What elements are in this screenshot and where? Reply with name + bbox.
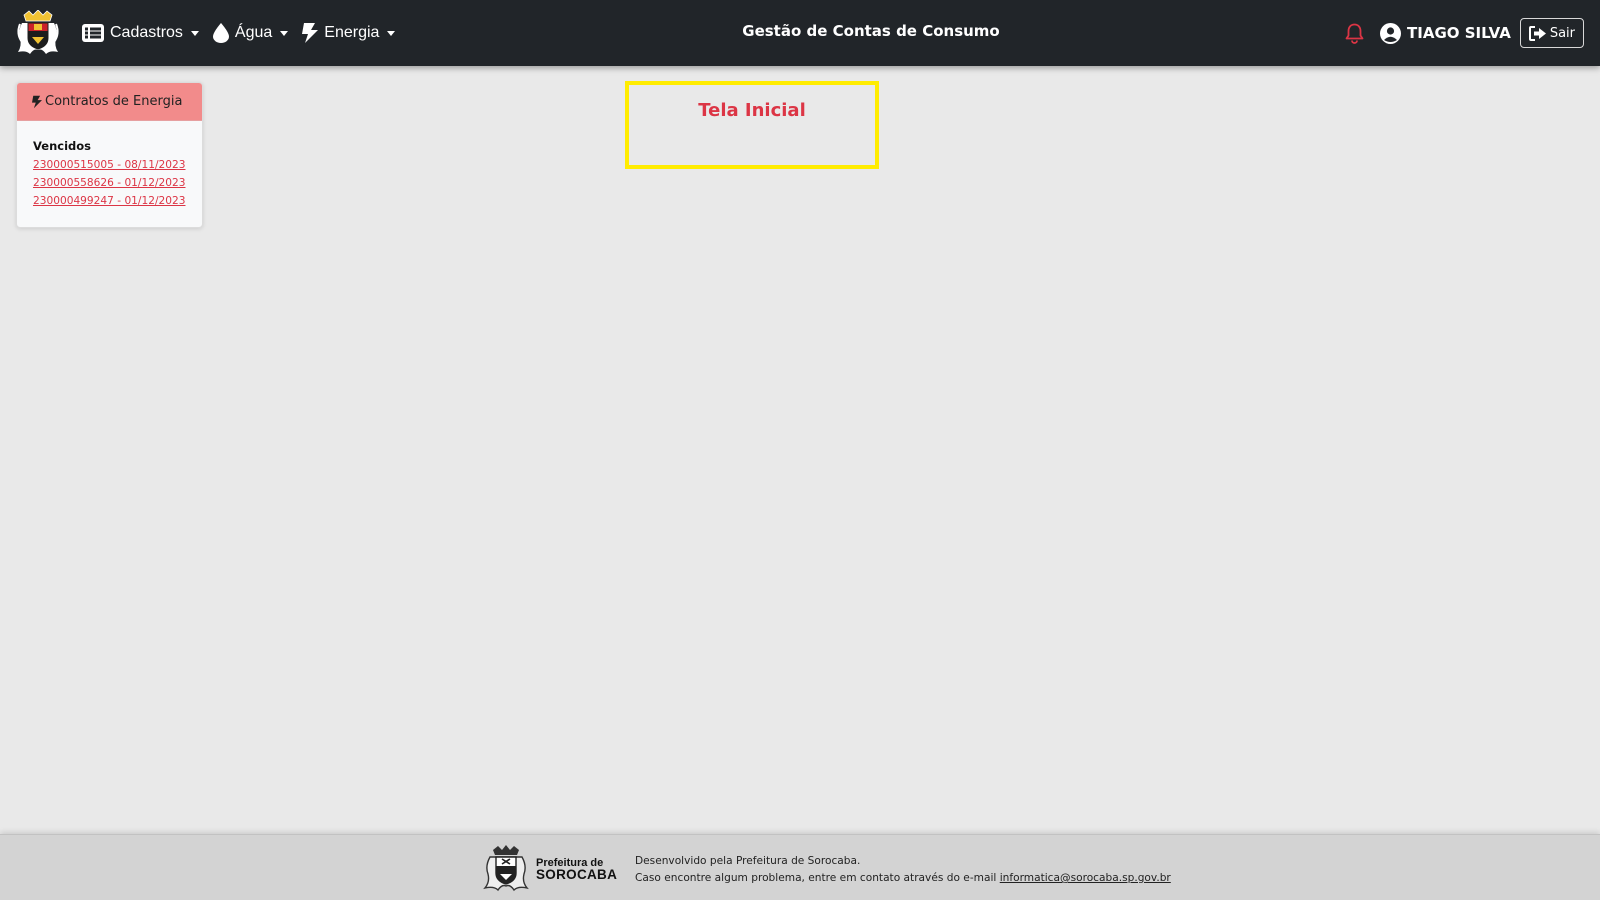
home-highlight-box: Tela Inicial: [625, 81, 879, 169]
bell-icon[interactable]: [1345, 23, 1364, 44]
user-menu[interactable]: TIAGO SILVA: [1380, 22, 1511, 44]
card-title: Contratos de Energia: [45, 94, 183, 109]
top-navbar: Cadastros Água Energia Gestão de Contas …: [0, 0, 1600, 66]
org-name: Prefeitura de SOROCABA: [536, 857, 617, 881]
card-header: Contratos de Energia: [17, 83, 202, 121]
contact-email-link[interactable]: informatica@sorocaba.sp.gov.br: [1000, 872, 1171, 884]
logout-button[interactable]: Sair: [1519, 18, 1584, 48]
footer: Prefeitura de SOROCABA Desenvolvido pela…: [0, 834, 1600, 900]
user-name: TIAGO SILVA: [1407, 24, 1511, 42]
user-circle-icon: [1380, 22, 1402, 44]
contact-line: Caso encontre algum problema, entre em c…: [635, 870, 1171, 887]
city-coat-of-arms-icon: [481, 844, 531, 892]
org-name-line2: SOROCABA: [536, 867, 618, 882]
contact-text: Caso encontre algum problema, entre em c…: [635, 872, 997, 884]
contract-link[interactable]: 230000558626 - 01/12/2023: [33, 174, 202, 192]
footer-text: Desenvolvido pela Prefeitura de Sorocaba…: [635, 853, 1171, 887]
card-body: Vencidos 230000515005 - 08/11/2023 23000…: [17, 121, 202, 210]
navbar-right: TIAGO SILVA Sair: [1345, 0, 1584, 66]
sign-out-icon: [1528, 25, 1547, 41]
page-title: Tela Inicial: [698, 100, 806, 121]
developed-by-text: Desenvolvido pela Prefeitura de Sorocaba…: [635, 855, 861, 867]
logout-label: Sair: [1549, 25, 1575, 41]
energy-contracts-card: Contratos de Energia Vencidos 2300005150…: [16, 82, 203, 228]
overdue-label: Vencidos: [33, 139, 91, 153]
contract-link[interactable]: 230000499247 - 01/12/2023: [33, 192, 202, 210]
bolt-icon: [32, 95, 42, 109]
contract-link[interactable]: 230000515005 - 08/11/2023: [33, 156, 202, 174]
